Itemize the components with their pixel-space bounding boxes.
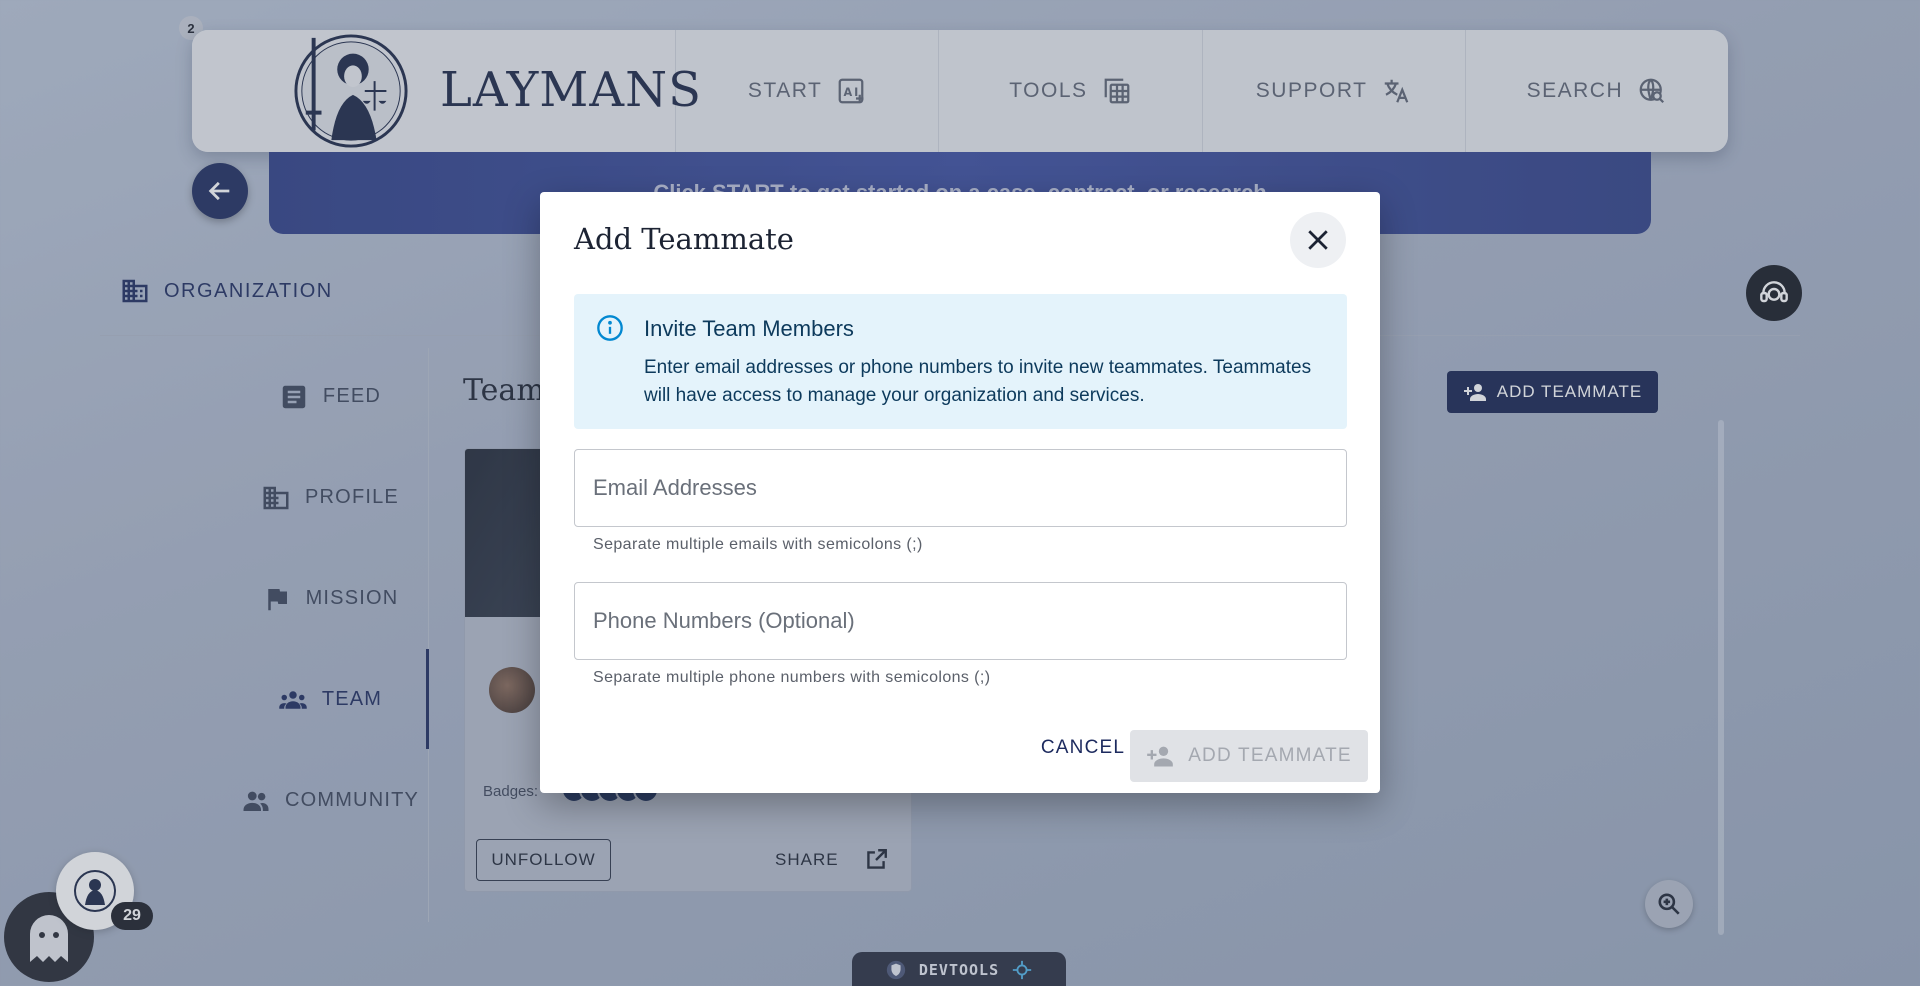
info-alert: Invite Team Members Enter email addresse… xyxy=(574,294,1347,429)
submit-label: ADD TEAMMATE xyxy=(1188,745,1352,766)
dialog-title: Add Teammate xyxy=(574,222,794,256)
email-helper-text: Separate multiple emails with semicolons… xyxy=(593,536,923,553)
submit-add-teammate-button[interactable]: ADD TEAMMATE xyxy=(1130,730,1368,782)
app-root: 2 LAYMANS START AI TOOLS SUPPORT SEARCH … xyxy=(0,0,1920,986)
person-add-icon xyxy=(1147,746,1174,767)
phone-helper-text: Separate multiple phone numbers with sem… xyxy=(593,669,991,686)
phone-field[interactable] xyxy=(574,582,1347,660)
alert-message: Enter email addresses or phone numbers t… xyxy=(644,357,1312,406)
close-button[interactable] xyxy=(1290,212,1346,268)
info-icon xyxy=(597,315,623,341)
cancel-button[interactable]: CANCEL xyxy=(1018,722,1148,774)
email-input[interactable] xyxy=(575,450,1346,526)
phone-input[interactable] xyxy=(575,583,1346,659)
email-field[interactable] xyxy=(574,449,1347,527)
alert-title: Invite Team Members xyxy=(644,316,854,341)
close-icon xyxy=(1308,230,1328,250)
cancel-label: CANCEL xyxy=(1040,737,1126,758)
add-teammate-dialog: Add Teammate Invite Team Members Enter e… xyxy=(540,192,1380,793)
